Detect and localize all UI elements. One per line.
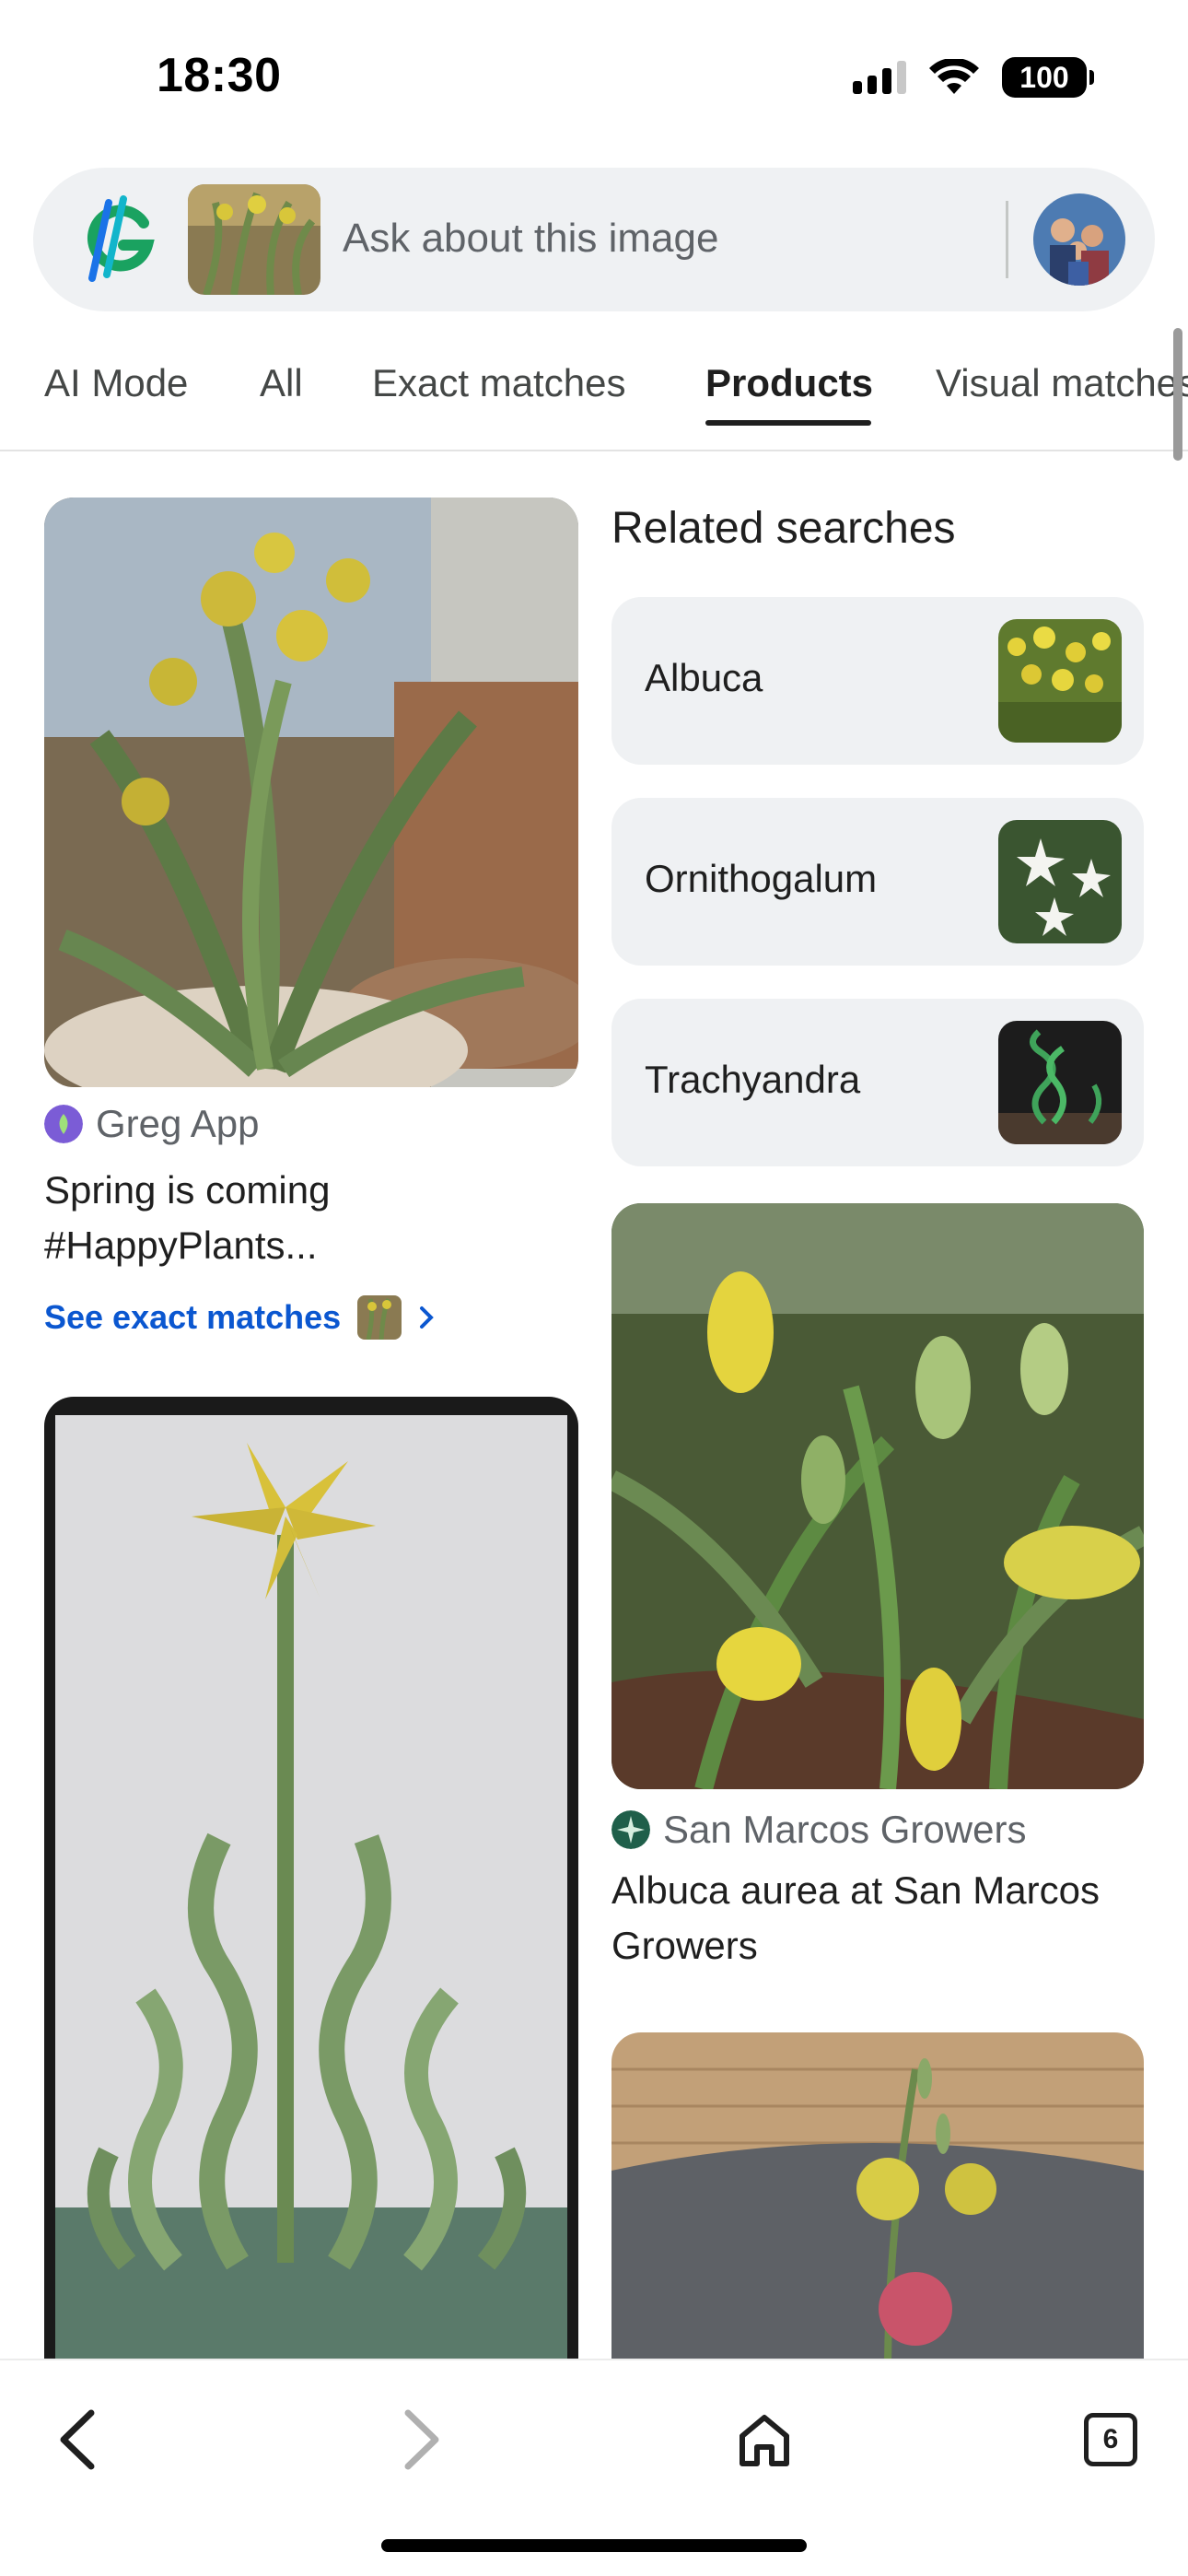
result-title[interactable]: Spring is coming #HappyPlants... xyxy=(44,1163,578,1273)
result-image-greg-app[interactable] xyxy=(44,498,578,1087)
wifi-icon xyxy=(929,59,979,94)
tab-products[interactable]: Products xyxy=(705,361,873,405)
status-time: 18:30 xyxy=(157,49,282,102)
result-source-greg-app[interactable]: Greg App xyxy=(44,1102,259,1146)
result-title[interactable]: Albuca aurea at San Marcos Growers xyxy=(611,1863,1144,1973)
related-search-label: Albuca xyxy=(645,656,763,699)
result-source-name: Greg App xyxy=(96,1102,260,1145)
google-lens-logo-icon[interactable] xyxy=(72,190,171,289)
chevron-left-icon xyxy=(60,2409,95,2470)
search-tabs: AI Mode All Exact matches Products Visua… xyxy=(0,350,1188,451)
tab-all[interactable]: All xyxy=(260,361,303,405)
result-image-albuca-spiral[interactable] xyxy=(44,1397,578,2373)
related-search-ornithogalum[interactable]: Ornithogalum xyxy=(611,798,1144,966)
query-image-thumbnail[interactable] xyxy=(188,184,320,295)
related-searches-heading: Related searches xyxy=(611,504,956,553)
tab-exact-matches[interactable]: Exact matches xyxy=(372,361,625,405)
result-image-albuca-pot[interactable] xyxy=(611,2032,1144,2373)
tab-count-icon: 6 xyxy=(1084,2413,1137,2466)
home-button[interactable] xyxy=(718,2394,810,2486)
status-icons: 100 xyxy=(853,57,1094,98)
account-avatar[interactable] xyxy=(1033,193,1125,286)
see-exact-matches-link[interactable]: See exact matches xyxy=(44,1295,437,1340)
search-input[interactable]: Ask about this image xyxy=(343,216,718,262)
greg-app-icon xyxy=(44,1105,83,1143)
related-search-albuca[interactable]: Albuca xyxy=(611,597,1144,765)
active-tab-indicator xyxy=(705,420,871,426)
forward-button[interactable] xyxy=(376,2394,468,2486)
result-image-san-marcos[interactable] xyxy=(611,1203,1144,1789)
chevron-right-icon xyxy=(420,1306,435,1329)
back-button[interactable] xyxy=(31,2394,123,2486)
related-search-label: Ornithogalum xyxy=(645,857,878,900)
search-bar[interactable]: Ask about this image xyxy=(33,168,1155,311)
home-icon xyxy=(740,2415,789,2466)
tab-visual-matches[interactable]: Visual matches xyxy=(936,361,1188,405)
home-indicator xyxy=(381,2539,807,2552)
tab-ai-mode[interactable]: AI Mode xyxy=(44,361,188,405)
related-search-label: Trachyandra xyxy=(645,1058,861,1101)
chevron-right-icon xyxy=(404,2409,439,2470)
exact-match-thumbnail xyxy=(357,1295,402,1340)
scrollbar[interactable] xyxy=(1173,328,1182,461)
related-search-trachyandra[interactable]: Trachyandra xyxy=(611,999,1144,1166)
related-search-thumbnail xyxy=(998,1021,1122,1144)
result-source-san-marcos[interactable]: San Marcos Growers xyxy=(611,1808,1026,1852)
search-divider xyxy=(1006,201,1008,278)
cellular-signal-icon xyxy=(853,61,906,94)
battery-icon: 100 xyxy=(1002,57,1094,98)
related-search-thumbnail xyxy=(998,820,1122,943)
san-marcos-growers-icon xyxy=(611,1810,650,1849)
tabs-button[interactable]: 6 xyxy=(1065,2394,1157,2486)
result-source-name: San Marcos Growers xyxy=(663,1808,1027,1851)
see-exact-matches-label: See exact matches xyxy=(44,1298,342,1336)
related-search-thumbnail xyxy=(998,619,1122,743)
